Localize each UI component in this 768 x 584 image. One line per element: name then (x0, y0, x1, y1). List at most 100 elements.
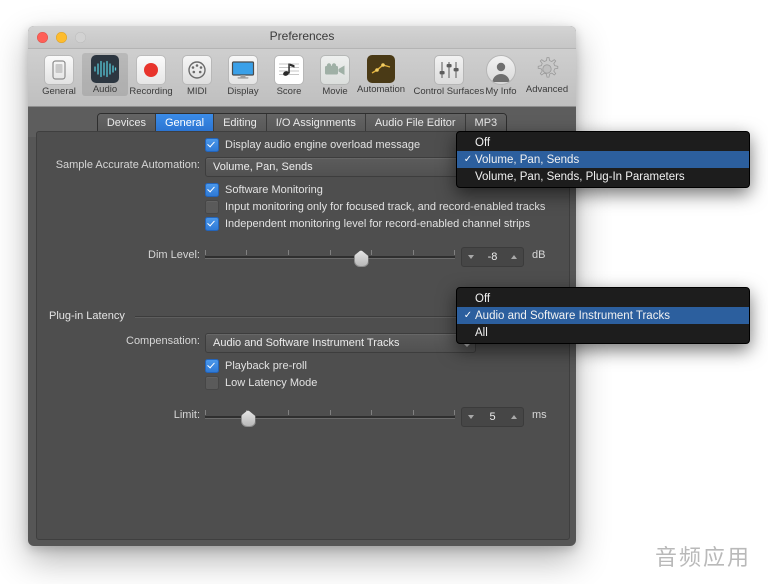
playback-preroll-checkbox-row[interactable]: Playback pre-roll (205, 359, 307, 373)
menu-item-label: Off (475, 136, 491, 149)
checkbox-checked-icon[interactable] (205, 359, 219, 373)
checkbox-checked-icon[interactable] (205, 183, 219, 197)
independent-monitoring-label: Independent monitoring level for record-… (225, 218, 531, 230)
display-overload-checkbox-row[interactable]: Display audio engine overload message (205, 138, 420, 152)
limit-unit: ms (532, 409, 547, 421)
toolbar-item-general[interactable]: General (36, 53, 82, 98)
slider-tick (205, 410, 206, 415)
toolbar-item-score[interactable]: Score (266, 53, 312, 98)
stepper-decrement-icon[interactable] (464, 410, 478, 424)
dim-level-value: -8 (487, 251, 498, 263)
display-monitor-icon (228, 55, 258, 85)
toolbar-item-my-info[interactable]: My Info (478, 53, 524, 98)
stepper-increment-icon[interactable] (507, 410, 521, 424)
checkbox-checked-icon[interactable] (205, 217, 219, 231)
menu-item-off[interactable]: Off (457, 290, 749, 307)
slider-tick (205, 250, 206, 255)
screen: Preferences General Audio Recording MIDI… (0, 0, 768, 584)
input-monitoring-only-checkbox-row[interactable]: Input monitoring only for focused track,… (205, 200, 545, 214)
record-dot-icon (136, 55, 166, 85)
display-overload-label: Display audio engine overload message (225, 139, 421, 151)
menu-item-label: Audio and Software Instrument Tracks (475, 309, 670, 322)
compensation-label-wrap: Compensation: (37, 335, 200, 347)
slider-tick (371, 250, 372, 255)
software-monitoring-label: Software Monitoring (225, 184, 323, 196)
toolbar-item-audio[interactable]: Audio (82, 53, 128, 96)
menu-item-volume-pan-sends[interactable]: ✓ Volume, Pan, Sends (457, 151, 749, 168)
limit-label: Limit: (173, 409, 200, 421)
compensation-menu[interactable]: Off ✓ Audio and Software Instrument Trac… (456, 287, 750, 344)
compensation-label: Compensation: (126, 335, 200, 347)
tab-audio-file-editor[interactable]: Audio File Editor (365, 113, 466, 133)
compensation-select[interactable]: Audio and Software Instrument Tracks (205, 333, 476, 353)
sample-accurate-automation-menu[interactable]: Off ✓ Volume, Pan, Sends Volume, Pan, Se… (456, 131, 750, 188)
movie-camera-icon (320, 55, 350, 85)
toolbar-item-midi[interactable]: MIDI (174, 53, 220, 98)
slider-tick (413, 250, 414, 255)
dim-level-label-wrap: Dim Level: (37, 249, 200, 261)
slider-thumb[interactable] (240, 410, 256, 427)
slider-thumb[interactable] (353, 250, 369, 267)
toolbar-item-control-surfaces[interactable]: Control Surfaces (413, 53, 484, 98)
watermark-text: 音频应用 (654, 546, 751, 571)
slider-tick (246, 250, 247, 255)
title-bar[interactable]: Preferences (28, 26, 576, 49)
menu-item-off[interactable]: Off (457, 134, 749, 151)
tab-mp3[interactable]: MP3 (465, 113, 507, 133)
menu-item-all[interactable]: All (457, 324, 749, 341)
slider-tick (288, 250, 289, 255)
toolbar-label: MIDI (186, 86, 208, 97)
menu-item-audio-and-software-instrument-tracks[interactable]: ✓ Audio and Software Instrument Tracks (457, 307, 749, 324)
sample-accurate-automation-select[interactable]: Volume, Pan, Sends (205, 157, 476, 177)
toolbar-item-movie[interactable]: Movie (312, 53, 358, 98)
dim-level-stepper[interactable]: -8 (461, 247, 524, 267)
checkbox-unchecked-icon[interactable] (205, 376, 219, 390)
independent-monitoring-checkbox-row[interactable]: Independent monitoring level for record-… (205, 217, 530, 231)
tab-general[interactable]: General (155, 113, 215, 133)
software-monitoring-checkbox-row[interactable]: Software Monitoring (205, 183, 323, 197)
sample-accurate-automation-label-wrap: Sample Accurate Automation: (37, 159, 200, 171)
slider-tick (454, 410, 455, 415)
slider-tick (371, 410, 372, 415)
toolbar-label: Audio (92, 84, 118, 95)
checkbox-checked-icon[interactable] (205, 138, 219, 152)
slider-tick (454, 250, 455, 255)
select-value: Volume, Pan, Sends (213, 161, 313, 173)
preferences-toolbar: General Audio Recording MIDI Display Sco… (28, 49, 576, 107)
stepper-increment-icon[interactable] (507, 250, 521, 264)
toolbar-label: Movie (322, 86, 348, 97)
sample-accurate-automation-label: Sample Accurate Automation: (55, 159, 200, 171)
limit-value: 5 (489, 411, 496, 423)
slider-tick (330, 250, 331, 255)
toolbar-item-display[interactable]: Display (220, 53, 266, 98)
toolbar-label: Score (276, 86, 302, 97)
low-latency-mode-label: Low Latency Mode (225, 377, 318, 389)
limit-slider[interactable] (205, 407, 455, 427)
preferences-window: Preferences General Audio Recording MIDI… (28, 26, 576, 546)
input-monitoring-only-label: Input monitoring only for focused track,… (225, 201, 546, 213)
tab-editing[interactable]: Editing (214, 113, 267, 133)
checkbox-unchecked-icon[interactable] (205, 200, 219, 214)
toolbar-item-advanced[interactable]: Advanced (524, 53, 570, 96)
dim-level-slider[interactable] (205, 247, 455, 267)
limit-stepper[interactable]: 5 (461, 407, 524, 427)
toolbar-item-recording[interactable]: Recording (128, 53, 174, 98)
menu-item-label: Volume, Pan, Sends, Plug-In Parameters (475, 170, 685, 183)
tab-io-assignments[interactable]: I/O Assignments (266, 113, 366, 133)
slider-tick (288, 410, 289, 415)
toolbar-label: Display (227, 86, 259, 97)
plugin-latency-group-label: Plug-in Latency (49, 310, 125, 322)
toolbar-item-automation[interactable]: Automation (357, 53, 405, 96)
tab-devices[interactable]: Devices (97, 113, 156, 133)
general-icon (44, 55, 74, 85)
check-icon: ✓ (463, 310, 473, 321)
stepper-decrement-icon[interactable] (464, 250, 478, 264)
automation-curve-icon (367, 55, 395, 83)
menu-item-volume-pan-sends-plugin-parameters[interactable]: Volume, Pan, Sends, Plug-In Parameters (457, 168, 749, 185)
person-avatar-icon (486, 55, 516, 85)
low-latency-mode-checkbox-row[interactable]: Low Latency Mode (205, 376, 317, 390)
limit-label-wrap: Limit: (37, 409, 200, 421)
gear-icon (533, 55, 561, 83)
toolbar-label: My Info (485, 86, 517, 97)
playback-preroll-label: Playback pre-roll (225, 360, 307, 372)
